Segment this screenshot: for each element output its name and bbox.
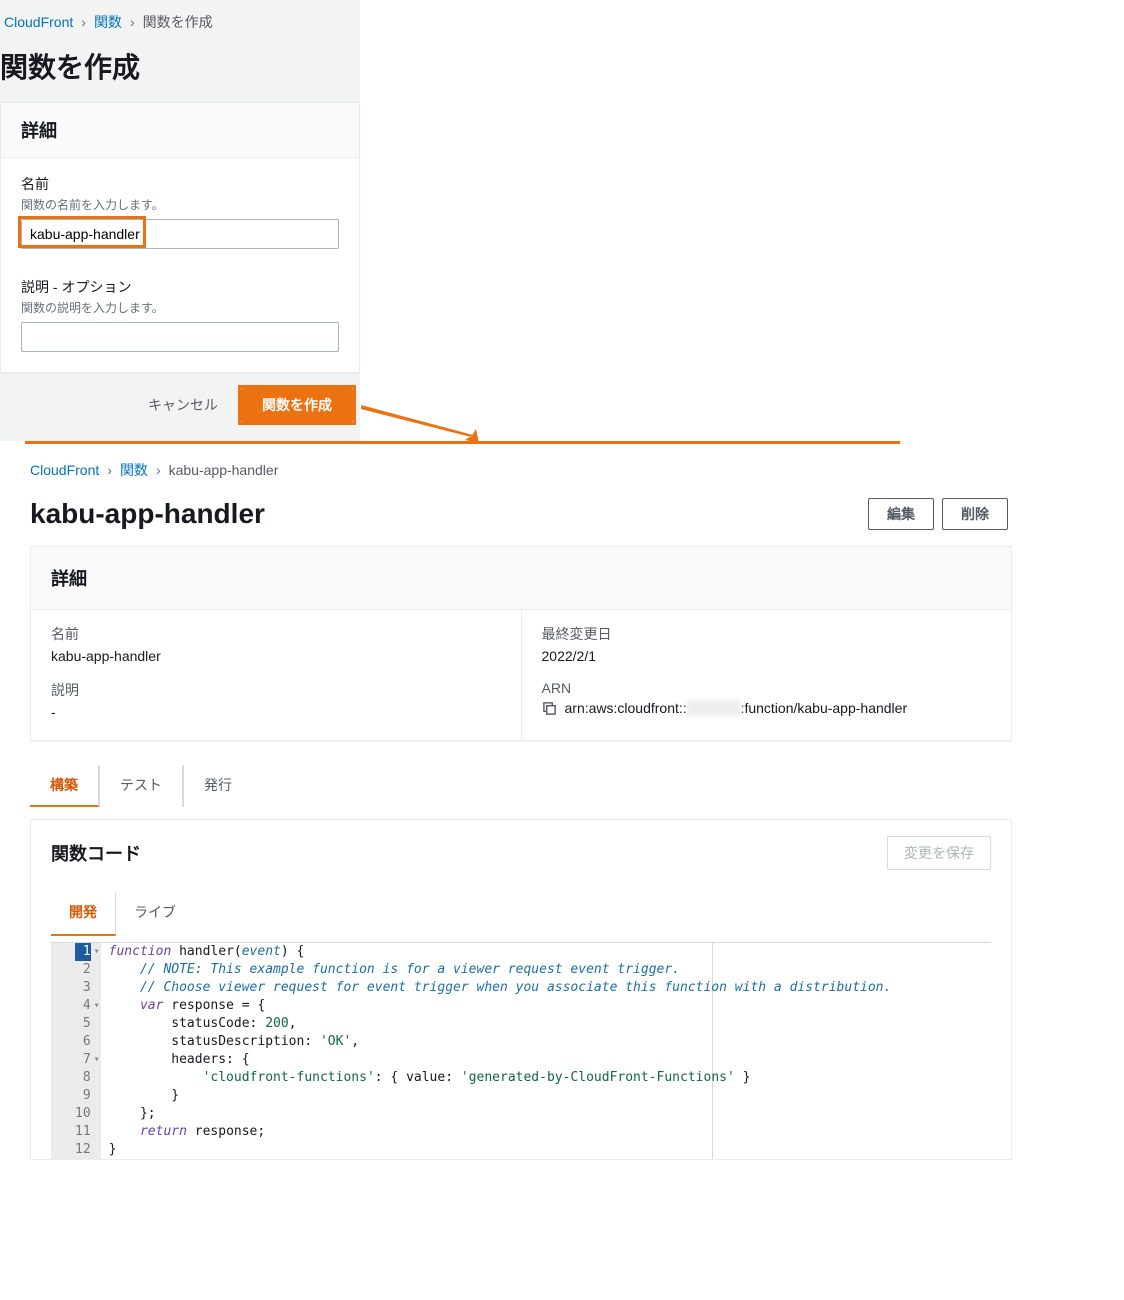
description-label: 説明 [51,680,501,700]
arn-suffix: :function/kabu-app-handler [741,700,908,716]
delete-button[interactable]: 削除 [942,498,1008,530]
chevron-right-icon: › [130,14,135,30]
line-number: 10 [75,1105,91,1123]
function-detail-page: CloudFront › 関数 › kabu-app-handler kabu-… [0,444,1012,1160]
updated-value: 2022/2/1 [542,648,992,664]
copy-icon[interactable] [542,701,557,716]
description-value: - [51,704,501,720]
tab-build[interactable]: 構築 [30,765,99,807]
code-content[interactable]: function handler(event) { // NOTE: This … [101,943,713,1159]
title-row: kabu-app-handler 編集 削除 [30,486,1012,546]
create-function-page: CloudFront › 関数 › 関数を作成 関数を作成 詳細 名前 関数の名… [0,0,360,441]
line-number: 11 [75,1123,91,1141]
breadcrumb: CloudFront › 関数 › 関数を作成 [0,0,360,40]
chevron-right-icon: › [107,462,112,478]
name-input[interactable] [21,219,339,249]
line-gutter: 1 2 3 4 5 6 7 8 9 10 11 12 [51,943,101,1159]
description-field: 説明 - オプション 関数の説明を入力します。 [21,277,339,352]
name-value: kabu-app-handler [51,648,501,664]
arn-value: arn:aws:cloudfront:: :function/kabu-app-… [542,700,992,716]
form-actions: キャンセル 関数を作成 [0,385,360,425]
page-title: kabu-app-handler [30,498,265,530]
code-panel-title: 関数コード [51,840,141,866]
code-panel: 関数コード 変更を保存 開発 ライブ 1 2 3 4 5 6 7 8 9 10 … [30,819,1012,1160]
chevron-right-icon: › [156,462,161,478]
redacted-account-id [687,700,741,716]
description-input[interactable] [21,322,339,352]
line-number: 4 [75,997,91,1015]
create-function-button[interactable]: 関数を作成 [241,388,353,422]
line-number: 12 [75,1141,91,1159]
updated-label: 最終変更日 [542,624,992,644]
arn-prefix: arn:aws:cloudfront:: [565,700,687,716]
breadcrumb-current: 関数を作成 [143,12,213,32]
chevron-right-icon: › [81,14,86,30]
tab-publish[interactable]: 発行 [183,765,252,807]
details-panel-header: 詳細 [31,547,1011,609]
arn-label: ARN [542,680,992,696]
subtab-live[interactable]: ライブ [116,892,194,936]
line-number: 5 [75,1015,91,1033]
breadcrumb: CloudFront › 関数 › kabu-app-handler [30,454,1012,486]
line-number: 1 [75,943,91,961]
line-number: 6 [75,1033,91,1051]
line-number: 9 [75,1087,91,1105]
description-hint: 関数の説明を入力します。 [21,299,339,316]
subtab-dev[interactable]: 開発 [51,892,116,936]
highlight-marker: 関数を作成 [238,385,356,425]
breadcrumb-root[interactable]: CloudFront [30,462,99,478]
line-number: 3 [75,979,91,997]
name-field: 名前 関数の名前を入力します。 [21,174,339,249]
cancel-button[interactable]: キャンセル [138,389,228,421]
code-editor[interactable]: 1 2 3 4 5 6 7 8 9 10 11 12 function hand… [51,942,991,1159]
connector-arrow [25,441,900,444]
details-panel-header: 詳細 [1,103,359,158]
line-number: 7 [75,1051,91,1069]
line-number: 8 [75,1069,91,1087]
save-changes-button[interactable]: 変更を保存 [887,836,991,870]
details-panel: 詳細 名前 kabu-app-handler 説明 - 最終変更日 2022/2… [30,546,1012,741]
main-tabs: 構築 テスト 発行 [30,765,1012,807]
breadcrumb-root[interactable]: CloudFront [4,14,73,30]
name-label: 名前 [51,624,501,644]
name-hint: 関数の名前を入力します。 [21,196,339,213]
breadcrumb-section[interactable]: 関数 [94,12,122,32]
breadcrumb-section[interactable]: 関数 [120,460,148,480]
description-label: 説明 - オプション [21,277,339,297]
line-number: 2 [75,961,91,979]
code-right-panel [713,943,991,1159]
tab-test[interactable]: テスト [99,765,183,807]
arrow-icon [355,405,485,445]
name-label: 名前 [21,174,339,194]
page-title: 関数を作成 [0,40,360,102]
details-panel: 詳細 名前 関数の名前を入力します。 説明 - オプション 関数の説明を入力しま… [0,102,360,373]
edit-button[interactable]: 編集 [868,498,934,530]
code-subtabs: 開発 ライブ [31,886,1011,936]
breadcrumb-current: kabu-app-handler [169,462,279,478]
